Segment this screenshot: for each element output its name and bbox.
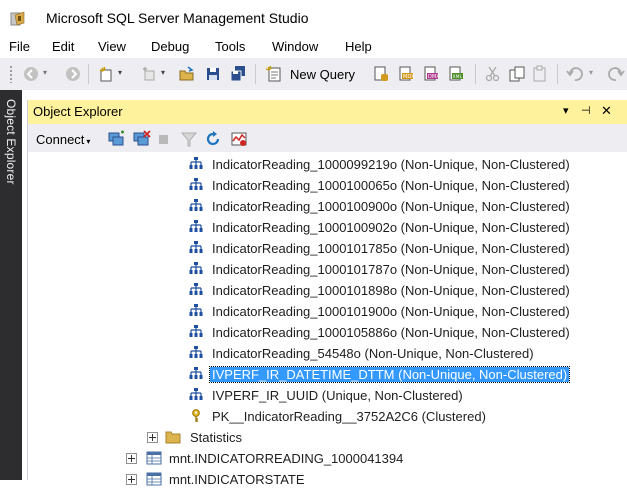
copy-icon[interactable]	[508, 65, 526, 83]
menu-edit[interactable]: Edit	[52, 39, 74, 54]
toolbar-grip[interactable]	[9, 65, 13, 83]
object-explorer-toolbar: Connect ▾	[28, 124, 627, 152]
index-icon	[189, 304, 203, 318]
back-icon[interactable]	[22, 65, 40, 83]
refresh-icon[interactable]	[204, 130, 222, 148]
back-dropdown-icon[interactable]: ▾	[43, 68, 61, 86]
toolbar-separator	[557, 64, 558, 84]
open-file-icon[interactable]	[178, 65, 196, 83]
undo-dropdown-icon[interactable]: ▾	[589, 68, 607, 86]
save-icon[interactable]	[204, 65, 222, 83]
analysis-mdx-query-icon[interactable]: MDX	[397, 65, 415, 83]
new-project-icon[interactable]	[97, 65, 115, 83]
index-icon	[189, 388, 203, 402]
index-icon	[189, 220, 203, 234]
index-icon	[189, 325, 203, 339]
filter-icon[interactable]	[180, 130, 198, 148]
redo-icon[interactable]	[607, 65, 625, 83]
tree-item-label: IndicatorReading_1000100900o (Non-Unique…	[212, 199, 570, 214]
tree-item-label: IndicatorReading_1000100065o (Non-Unique…	[212, 178, 570, 193]
tree-item-label: IndicatorReading_1000105886o (Non-Unique…	[212, 325, 570, 340]
toolbar-separator	[475, 64, 476, 84]
disconnect-icon[interactable]	[133, 130, 151, 148]
index-icon	[189, 283, 203, 297]
svg-text:XML: XML	[453, 74, 463, 80]
expand-icon[interactable]	[126, 453, 137, 464]
close-icon[interactable]: ✕	[601, 103, 612, 119]
title-bar: Microsoft SQL Server Management Studio	[0, 0, 627, 36]
main-toolbar: ▾ ▾ ▾ New Query MDX DMX XML ▾	[0, 58, 627, 90]
tree-item-label: IVPERF_IR_DATETIME_DTTM (Non-Unique, Non…	[208, 366, 571, 383]
svg-text:MDX: MDX	[403, 74, 415, 80]
tree-item-label: IndicatorReading_1000101785o (Non-Unique…	[212, 241, 570, 256]
index-icon	[189, 346, 203, 360]
database-engine-query-icon[interactable]	[372, 65, 390, 83]
expand-icon[interactable]	[147, 432, 158, 443]
tree-item-label: IndicatorReading_1000099219o (Non-Unique…	[212, 157, 570, 172]
tree-item-label: IndicatorReading_1000101900o (Non-Unique…	[212, 304, 570, 319]
toolbar-separator	[88, 64, 89, 84]
tree-item-label: IndicatorReading_1000101787o (Non-Unique…	[212, 262, 570, 277]
side-tab-label[interactable]: Object Explorer	[4, 99, 18, 185]
menu-bar: File Edit View Debug Tools Window Help	[0, 36, 627, 58]
window-title: Microsoft SQL Server Management Studio	[46, 10, 309, 26]
table-icon	[146, 472, 162, 486]
object-explorer-panel: Object Explorer ▾ ⊣ ✕ Connect ▾ Indicator…	[27, 100, 627, 487]
connect-button[interactable]: Connect ▾	[36, 132, 90, 147]
table-icon	[146, 451, 162, 465]
menu-window[interactable]: Window	[272, 39, 318, 54]
panel-header: Object Explorer ▾ ⊣ ✕	[28, 100, 627, 124]
tree-item-label: IndicatorReading_54548o (Non-Unique, Non…	[212, 346, 534, 361]
tree-item-label: PK__IndicatorReading__3752A2C6 (Clustere…	[212, 409, 486, 424]
save-all-icon[interactable]	[229, 65, 247, 83]
svg-text:DMX: DMX	[428, 74, 440, 80]
undo-icon[interactable]	[566, 65, 584, 83]
new-query-icon[interactable]	[265, 65, 283, 83]
menu-file[interactable]: File	[9, 39, 30, 54]
folder-icon	[165, 430, 181, 444]
auto-hide-pin-icon[interactable]: ⊣	[581, 104, 591, 117]
analysis-xmla-query-icon[interactable]: XML	[447, 65, 465, 83]
window-position-dropdown-icon[interactable]: ▾	[563, 104, 569, 117]
tree-item-label: Statistics	[190, 430, 243, 445]
menu-tools[interactable]: Tools	[215, 39, 245, 54]
tree-item-label: mnt.INDICATORREADING_1000041394	[169, 451, 404, 466]
menu-debug[interactable]: Debug	[151, 39, 189, 54]
tree-item-label: IVPERF_IR_UUID (Unique, Non-Clustered)	[212, 388, 463, 403]
activity-monitor-icon[interactable]	[230, 130, 248, 148]
analysis-dmx-query-icon[interactable]: DMX	[422, 65, 440, 83]
connect-label: Connect	[36, 132, 85, 147]
index-icon	[189, 262, 203, 276]
stop-icon[interactable]	[159, 135, 168, 144]
new-project-dropdown-icon[interactable]: ▾	[118, 68, 136, 86]
new-query-button[interactable]: New Query	[290, 67, 355, 82]
index-icon	[189, 241, 203, 255]
connect-object-explorer-icon[interactable]	[108, 130, 126, 148]
forward-icon[interactable]	[64, 65, 82, 83]
paste-icon[interactable]	[531, 65, 549, 83]
add-item-dropdown-icon[interactable]: ▾	[161, 68, 179, 86]
key-icon	[189, 409, 203, 423]
add-item-icon[interactable]	[140, 65, 158, 83]
index-icon	[189, 199, 203, 213]
index-icon	[189, 178, 203, 192]
ssms-app-icon[interactable]	[10, 11, 26, 27]
tree-item-label: IndicatorReading_1000101898o (Non-Unique…	[212, 283, 570, 298]
cut-icon[interactable]	[484, 65, 502, 83]
toolbar-separator	[255, 64, 256, 84]
object-explorer-tree[interactable]: IndicatorReading_1000099219o (Non-Unique…	[28, 152, 627, 487]
index-icon	[189, 367, 203, 381]
menu-view[interactable]: View	[98, 39, 126, 54]
chevron-down-icon: ▾	[86, 137, 91, 146]
panel-title: Object Explorer	[33, 104, 123, 119]
tree-item-label: IndicatorReading_1000100902o (Non-Unique…	[212, 220, 570, 235]
index-icon	[189, 157, 203, 171]
menu-help[interactable]: Help	[345, 39, 372, 54]
